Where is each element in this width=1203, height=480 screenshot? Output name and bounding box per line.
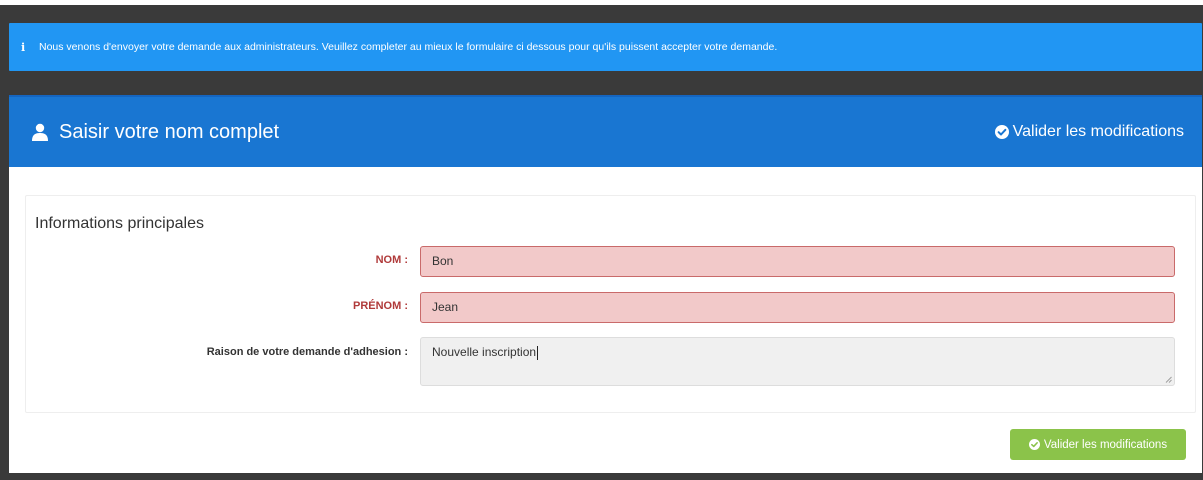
section-title: Informations principales	[35, 215, 204, 232]
panel-title-group: Saisir votre nom complet	[31, 121, 279, 144]
header-validate-label: Valider les modifications	[1012, 123, 1184, 140]
user-icon	[32, 123, 48, 141]
form-panel: Saisir votre nom complet Valider les mod…	[9, 95, 1202, 473]
panel-header: Saisir votre nom complet Valider les mod…	[9, 95, 1202, 167]
text-caret	[537, 345, 539, 360]
top-strip	[0, 0, 1203, 5]
panel-body: Informations principales NOM : Bon PRÉNO…	[9, 167, 1202, 473]
nom-value: Bon	[432, 254, 454, 268]
info-alert: i Nous venons d'envoyer votre demande au…	[9, 23, 1202, 71]
resize-grip-icon[interactable]	[1165, 376, 1172, 383]
raison-textarea[interactable]: Nouvelle inscription	[420, 337, 1175, 386]
nom-input[interactable]: Bon	[420, 246, 1175, 277]
raison-value: Nouvelle inscription	[432, 345, 537, 359]
info-icon: i	[21, 40, 26, 54]
nom-label: NOM :	[375, 254, 408, 266]
main-info-card: Informations principales NOM : Bon PRÉNO…	[25, 195, 1196, 413]
prenom-label: PRÉNOM :	[353, 300, 408, 312]
check-circle-icon	[1028, 439, 1040, 450]
alert-message: Nous venons d'envoyer votre demande aux …	[39, 41, 778, 53]
submit-validate-button[interactable]: Valider les modifications	[1010, 429, 1186, 460]
prenom-input[interactable]: Jean	[420, 292, 1175, 323]
submit-validate-label: Valider les modifications	[1043, 438, 1168, 451]
raison-label: Raison de votre demande d'adhesion :	[206, 346, 408, 358]
check-circle-icon	[994, 125, 1009, 139]
prenom-value: Jean	[432, 300, 459, 314]
header-validate-button[interactable]: Valider les modifications	[994, 123, 1184, 141]
page-title: Saisir votre nom complet	[59, 120, 280, 143]
